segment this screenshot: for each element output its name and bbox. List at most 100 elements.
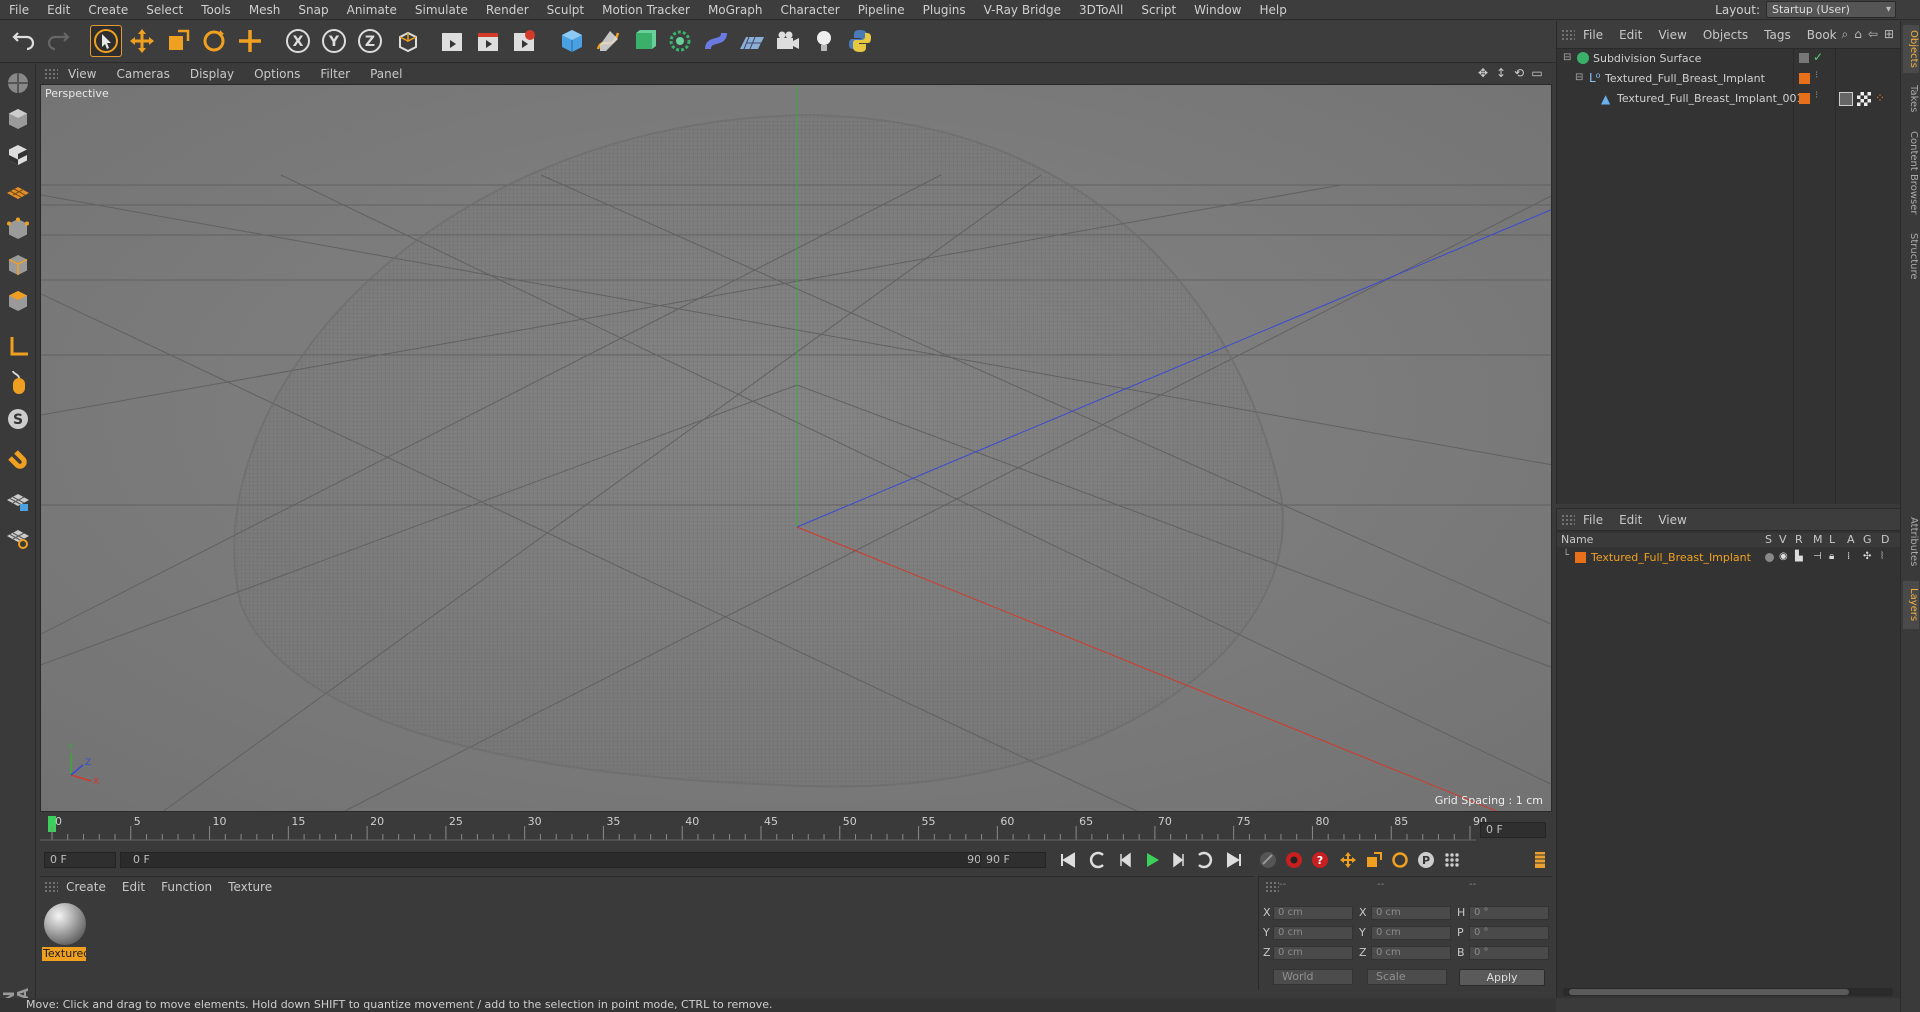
menu-render[interactable]: Render <box>477 0 538 20</box>
magnet-button[interactable] <box>3 448 33 478</box>
material-name-label[interactable]: Textured <box>42 947 86 961</box>
menu-plugins[interactable]: Plugins <box>914 0 975 20</box>
add-camera-button[interactable] <box>772 25 804 57</box>
perspective-viewport[interactable]: Y X Z Perspective Grid Spacing : 1 cm <box>40 84 1552 812</box>
points-mode-button[interactable] <box>3 214 33 244</box>
y-axis-lock-button[interactable]: Y <box>318 25 350 57</box>
x-axis-lock-button[interactable]: X <box>282 25 314 57</box>
collapse-icon[interactable]: ⊟ <box>1563 52 1571 63</box>
previous-key-button[interactable] <box>1086 849 1110 871</box>
view-eye-icon[interactable]: ◉ <box>1779 551 1788 562</box>
python-script-button[interactable] <box>844 25 876 57</box>
add-light-button[interactable] <box>808 25 840 57</box>
material-menu-create[interactable]: Create <box>58 880 114 894</box>
play-button[interactable] <box>1140 849 1164 871</box>
material-menu-texture[interactable]: Texture <box>220 880 280 894</box>
size-z-field[interactable]: 0 cm <box>1371 946 1451 960</box>
menu-mesh[interactable]: Mesh <box>240 0 290 20</box>
dolly-view-icon[interactable]: ↕ <box>1494 66 1508 80</box>
add-nurbs-button[interactable] <box>628 25 660 57</box>
texture-mode-button[interactable] <box>3 140 33 170</box>
layer-row-implant[interactable]: └ Textured_Full_Breast_Implant ◉ ▙ ⊣ 🔒︎ … <box>1557 549 1901 567</box>
generator-toggle-icon[interactable]: ✣ <box>1863 551 1871 562</box>
menu-window[interactable]: Window <box>1185 0 1250 20</box>
object-row-subdivision[interactable]: ⊟ Subdivision Surface ✓ <box>1557 49 1901 69</box>
viewport-menu-options[interactable]: Options <box>244 64 310 84</box>
menu-v-ray-bridge[interactable]: V-Ray Bridge <box>975 0 1070 20</box>
previous-frame-button[interactable] <box>1114 849 1138 871</box>
menu-file[interactable]: File <box>0 0 38 20</box>
key-rotation-button[interactable] <box>1388 849 1412 871</box>
current-frame-field[interactable]: 0 F <box>1480 822 1546 838</box>
recent-tool-button[interactable] <box>234 25 266 57</box>
orbit-view-icon[interactable]: ⟲ <box>1512 66 1526 80</box>
add-environment-button[interactable] <box>736 25 768 57</box>
layer-column-r[interactable]: R <box>1795 533 1803 547</box>
max-time-field[interactable]: 90 F <box>980 852 1046 868</box>
tweak-mode-button[interactable] <box>3 368 33 398</box>
material-menu-function[interactable]: Function <box>153 880 220 894</box>
preview-range-slider[interactable]: 0 F 90 F <box>120 852 1000 868</box>
add-cube-button[interactable] <box>556 25 588 57</box>
model-mode-button[interactable] <box>3 104 33 134</box>
add-deformer-button[interactable] <box>700 25 732 57</box>
menu-3dtoall[interactable]: 3DToAll <box>1070 0 1132 20</box>
locked-workplane-button[interactable] <box>3 486 33 516</box>
size-mode-select[interactable]: Scale <box>1367 969 1447 985</box>
make-editable-button[interactable] <box>3 68 33 98</box>
layer-color-swatch[interactable] <box>1575 552 1586 563</box>
rotate-tool-button[interactable] <box>198 25 230 57</box>
deformer-toggle-icon[interactable]: ⦚ <box>1881 551 1883 562</box>
solo-toggle-icon[interactable] <box>1765 553 1774 562</box>
menu-simulate[interactable]: Simulate <box>406 0 477 20</box>
record-active-objects-button[interactable] <box>1282 849 1306 871</box>
key-parameter-button[interactable]: P <box>1414 849 1438 871</box>
scale-tool-button[interactable] <box>162 25 194 57</box>
add-spline-button[interactable] <box>592 25 624 57</box>
layer-column-s[interactable]: S <box>1765 533 1772 547</box>
layer-menu-file[interactable]: File <box>1575 513 1611 527</box>
key-pla-button[interactable] <box>1440 849 1464 871</box>
horizontal-scrollbar[interactable] <box>1563 988 1893 996</box>
menu-sculpt[interactable]: Sculpt <box>538 0 593 20</box>
object-menu-objects[interactable]: Objects <box>1695 28 1756 42</box>
menu-character[interactable]: Character <box>771 0 848 20</box>
add-mograph-button[interactable] <box>664 25 696 57</box>
layer-column-g[interactable]: G <box>1863 533 1872 547</box>
render-view-button[interactable] <box>436 25 468 57</box>
key-scale-button[interactable] <box>1362 849 1386 871</box>
manager-toggle-icon[interactable]: ⊣ <box>1813 551 1822 562</box>
axis-mode-button[interactable] <box>3 332 33 362</box>
coordinate-system-button[interactable] <box>392 25 424 57</box>
menu-edit[interactable]: Edit <box>38 0 79 20</box>
lock-icon[interactable]: 🔒︎ <box>1829 551 1834 562</box>
tab-takes[interactable]: Takes <box>1903 81 1919 117</box>
visibility-dot-icon[interactable] <box>1799 53 1809 63</box>
layer-column-a[interactable]: A <box>1847 533 1855 547</box>
object-menu-view[interactable]: View <box>1650 28 1694 42</box>
key-position-button[interactable] <box>1336 849 1360 871</box>
menu-select[interactable]: Select <box>137 0 192 20</box>
search-icon[interactable]: ⌕ <box>1842 27 1849 42</box>
redo-button[interactable] <box>42 25 74 57</box>
animation-toggle-icon[interactable]: ⁞ <box>1847 551 1850 562</box>
menu-create[interactable]: Create <box>79 0 137 20</box>
min-time-field[interactable]: 0 F <box>44 852 116 868</box>
tab-attributes[interactable]: Attributes <box>1903 509 1919 575</box>
timeline-scheme-button[interactable] <box>1528 849 1552 871</box>
object-menu-book[interactable]: Book <box>1799 28 1845 42</box>
next-key-button[interactable] <box>1192 849 1216 871</box>
layer-color-swatch[interactable] <box>1799 73 1810 84</box>
rotation-b-field[interactable]: 0 ° <box>1469 946 1549 960</box>
viewport-menu-cameras[interactable]: Cameras <box>106 64 179 84</box>
polygons-mode-button[interactable] <box>3 286 33 316</box>
visibility-dots-icon[interactable]: ⁝ <box>1815 90 1818 101</box>
size-x-field[interactable]: 0 cm <box>1371 906 1451 920</box>
apply-button[interactable]: Apply <box>1459 969 1545 986</box>
coordinate-space-select[interactable]: World <box>1273 969 1353 985</box>
layer-column-d[interactable]: D <box>1881 533 1889 547</box>
layer-menu-edit[interactable]: Edit <box>1611 513 1650 527</box>
menu-snap[interactable]: Snap <box>289 0 337 20</box>
menu-script[interactable]: Script <box>1132 0 1185 20</box>
visibility-dots-icon[interactable]: ⁝ <box>1815 70 1818 81</box>
